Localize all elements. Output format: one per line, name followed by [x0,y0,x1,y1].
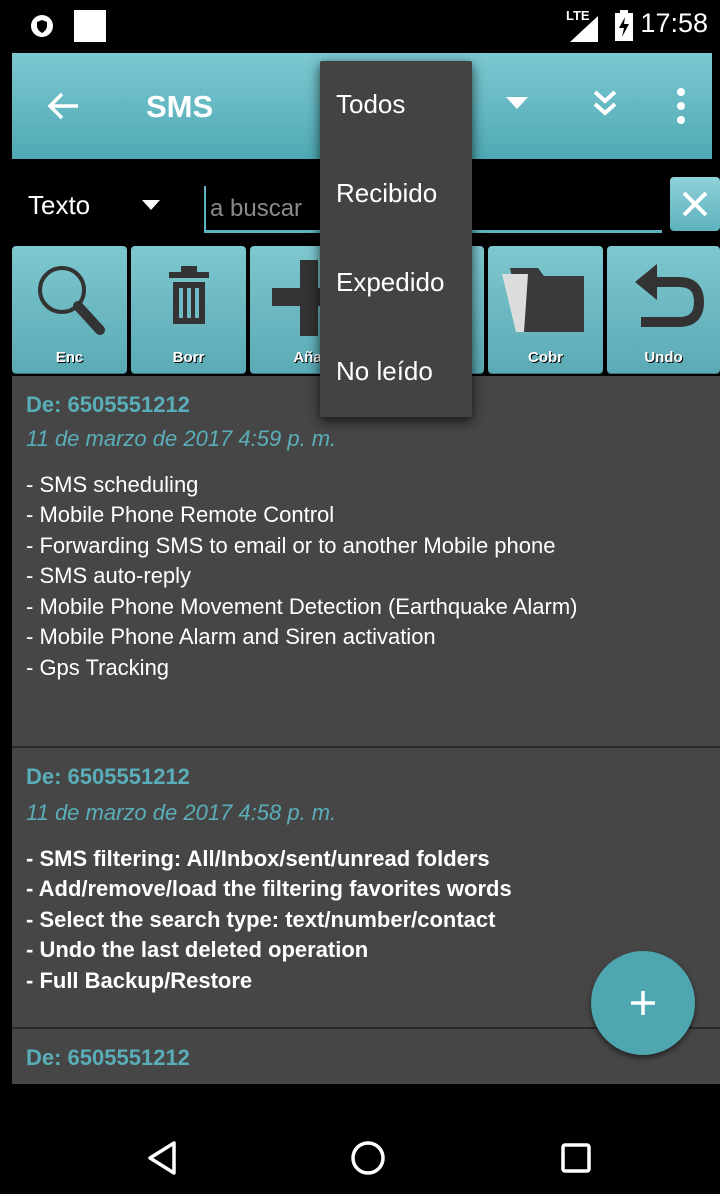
message-line: - Forwarding SMS to email or to another … [26,533,556,558]
menu-item-unread[interactable]: No leído [320,328,472,417]
dropdown-caret-icon[interactable] [506,97,528,111]
message-line: - SMS scheduling [26,472,199,497]
search-icon [38,266,105,335]
menu-item-all[interactable]: Todos [320,61,472,150]
add-fab-button[interactable] [591,951,695,1055]
find-button[interactable]: Enc [12,246,127,374]
message-sender: De: 6505551212 [26,392,190,417]
close-icon [682,191,708,217]
notification-square-icon [74,10,106,42]
message-sender: De: 6505551212 [26,1045,190,1070]
message-line: - Undo the last deleted operation [26,937,369,962]
menu-item-label: No leído [336,356,433,386]
status-bar: LTE 17:58 [0,0,720,50]
recents-square-icon[interactable] [560,1142,592,1174]
message-date: 11 de marzo de 2017 4:58 p. m. [26,800,337,825]
message-line: - Select the search type: text/number/co… [26,907,496,932]
filter-dropdown-menu: Todos Recibido Expedido No leído [320,61,472,417]
message-sender: De: 6505551212 [26,764,190,789]
message-line: - SMS auto-reply [26,563,192,588]
search-type-select[interactable]: Texto [28,190,90,221]
message-line: - Gps Tracking [26,655,170,680]
message-line: - Mobile Phone Alarm and Siren activatio… [26,624,436,649]
signal-icon [570,16,598,42]
overflow-menu-icon[interactable] [676,87,686,125]
message-item[interactable]: De: 6505551212 11 de marzo de 2017 4:59 … [12,376,720,746]
double-chevron-icon[interactable] [592,89,618,119]
vpn-key-icon [31,15,53,37]
delete-button[interactable]: Borr [131,246,246,374]
menu-item-label: Todos [336,89,406,119]
home-circle-icon[interactable] [350,1140,386,1176]
undo-icon [635,264,705,327]
back-arrow-icon[interactable] [46,89,80,123]
message-date: 11 de marzo de 2017 4:59 p. m. [26,426,337,451]
add-icon [631,991,655,1015]
back-triangle-icon[interactable] [146,1140,178,1176]
message-line: - Add/remove/load the filtering favorite… [26,876,512,901]
undo-label: Undo [644,349,683,366]
find-label: Enc [55,349,84,366]
menu-item-label: Recibido [336,178,438,208]
message-line: - Mobile Phone Remote Control [26,502,335,527]
message-line: - Mobile Phone Movement Detection (Earth… [26,594,578,619]
battery-charging-icon [615,10,633,41]
menu-item-sent[interactable]: Expedido [320,239,472,328]
menu-item-label: Expedido [336,267,445,297]
delete-label: Borr [172,349,205,366]
menu-item-received[interactable]: Recibido [320,150,472,239]
backup-button[interactable]: Cobr [488,246,603,374]
chevron-down-icon[interactable] [142,200,160,212]
backup-label: Cobr [528,349,563,366]
undo-button[interactable]: Undo [607,246,720,374]
clear-search-button[interactable] [670,177,720,231]
folder-icon [502,268,584,332]
message-line: - Full Backup/Restore [26,968,253,993]
app-title: SMS [146,89,214,124]
status-time: 17:58 [640,8,708,38]
navigation-bar [0,1084,720,1194]
message-line: - SMS filtering: All/Inbox/sent/unread f… [26,846,490,871]
trash-icon [169,266,209,324]
